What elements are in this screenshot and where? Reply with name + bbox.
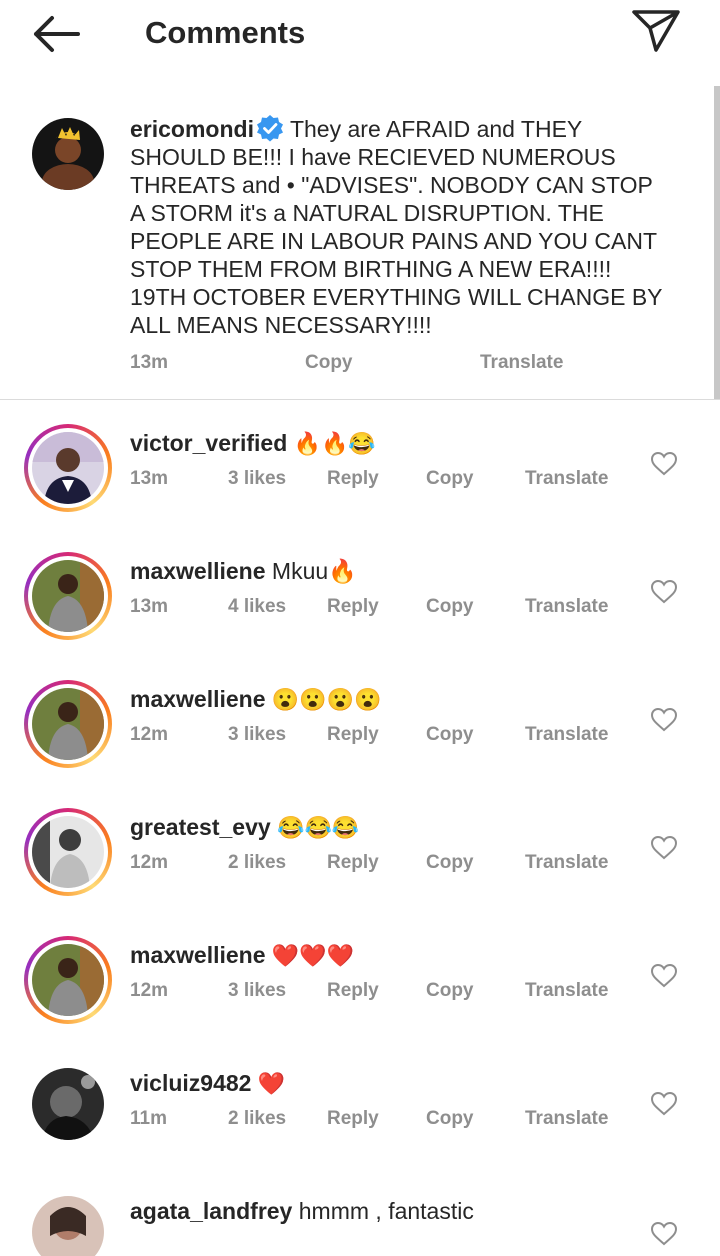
caption-time: 13m xyxy=(130,352,169,373)
avatar[interactable] xyxy=(24,680,112,768)
comment-text: maxwelliene Mkuu🔥 xyxy=(130,556,357,586)
translate-button[interactable]: Translate xyxy=(525,852,608,874)
comment-message: ❤️ xyxy=(257,1071,286,1096)
comment-likes[interactable]: 3 likes xyxy=(228,724,286,746)
caption-body: ericomondi They are AFRAID and THEY SHOU… xyxy=(130,114,670,339)
arrow-left-icon xyxy=(34,16,80,52)
comment-time: 12m xyxy=(130,852,169,873)
reply-button[interactable]: Reply xyxy=(327,852,379,874)
copy-button[interactable]: Copy xyxy=(426,852,474,874)
avatar[interactable] xyxy=(24,424,112,512)
reply-button[interactable]: Reply xyxy=(327,1108,379,1130)
translate-button[interactable]: Translate xyxy=(525,596,608,618)
reply-button[interactable]: Reply xyxy=(327,724,379,746)
share-button[interactable] xyxy=(630,6,682,54)
comment-message: 😂😂😂 xyxy=(277,815,360,840)
heart-outline-icon[interactable] xyxy=(651,836,677,860)
heart-outline-icon[interactable] xyxy=(651,1092,677,1116)
comment-text: agata_landfrey hmmm , fantastic xyxy=(130,1196,474,1226)
comment-text: maxwelliene ❤️❤️❤️ xyxy=(130,940,354,971)
comment-message: hmmm , fantastic xyxy=(298,1198,474,1224)
translate-button[interactable]: Translate xyxy=(525,468,608,490)
copy-button[interactable]: Copy xyxy=(426,596,474,618)
post-caption: ericomondi They are AFRAID and THEY SHOU… xyxy=(0,100,720,398)
caption-translate-button[interactable]: Translate xyxy=(480,352,563,374)
translate-button[interactable]: Translate xyxy=(525,1108,608,1130)
comment-username[interactable]: maxwelliene xyxy=(130,686,266,712)
comment-username[interactable]: victor_verified xyxy=(130,430,287,456)
comment-text: maxwelliene 😮😮😮😮 xyxy=(130,684,382,715)
comment-item: maxwelliene Mkuu🔥 13m 4 likes Reply Copy… xyxy=(0,552,720,680)
comment-likes[interactable]: 4 likes xyxy=(228,596,286,618)
comment-time: 12m xyxy=(130,724,169,745)
heart-outline-icon[interactable] xyxy=(651,1222,677,1246)
comment-likes[interactable]: 3 likes xyxy=(228,468,286,490)
reply-button[interactable]: Reply xyxy=(327,468,379,490)
comment-message: 🔥🔥😂 xyxy=(293,431,376,456)
avatar[interactable] xyxy=(24,552,112,640)
heart-outline-icon[interactable] xyxy=(651,452,677,476)
comment-time: 13m xyxy=(130,468,169,489)
caption-text: They are AFRAID and THEY SHOULD BE!!! I … xyxy=(130,116,663,338)
avatar[interactable] xyxy=(32,1068,104,1140)
copy-button[interactable]: Copy xyxy=(426,724,474,746)
avatar[interactable] xyxy=(32,118,104,190)
comment-likes[interactable]: 3 likes xyxy=(228,980,286,1002)
divider xyxy=(0,399,720,400)
verified-badge-icon xyxy=(256,114,284,142)
paper-plane-icon xyxy=(632,10,680,52)
comment-item: victor_verified 🔥🔥😂 13m 3 likes Reply Co… xyxy=(0,424,720,552)
page-title: Comments xyxy=(145,15,306,50)
comment-item: maxwelliene 😮😮😮😮 12m 3 likes Reply Copy … xyxy=(0,680,720,808)
copy-button[interactable]: Copy xyxy=(426,1108,474,1130)
avatar[interactable] xyxy=(32,1196,104,1256)
comment-time: 13m xyxy=(130,596,169,617)
comment-item: vicluiz9482 ❤️ 11m 2 likes Reply Copy Tr… xyxy=(0,1064,720,1192)
heart-outline-icon[interactable] xyxy=(651,708,677,732)
heart-outline-icon[interactable] xyxy=(651,964,677,988)
caption-username[interactable]: ericomondi xyxy=(130,116,254,142)
comment-likes[interactable]: 2 likes xyxy=(228,1108,286,1130)
comment-message: Mkuu🔥 xyxy=(271,558,357,584)
copy-button[interactable]: Copy xyxy=(426,468,474,490)
comment-message: ❤️❤️❤️ xyxy=(271,943,355,968)
comment-username[interactable]: maxwelliene xyxy=(130,942,266,968)
reply-button[interactable]: Reply xyxy=(327,596,379,618)
avatar[interactable] xyxy=(24,936,112,1024)
comment-item: agata_landfrey hmmm , fantastic xyxy=(0,1192,720,1256)
copy-button[interactable]: Copy xyxy=(426,980,474,1002)
comment-time: 11m xyxy=(130,1108,167,1129)
avatar[interactable] xyxy=(24,808,112,896)
comment-username[interactable]: vicluiz9482 xyxy=(130,1070,251,1096)
comment-text: victor_verified 🔥🔥😂 xyxy=(130,428,376,459)
heart-outline-icon[interactable] xyxy=(651,580,677,604)
back-button[interactable] xyxy=(28,12,84,56)
caption-copy-button[interactable]: Copy xyxy=(305,352,353,374)
comment-username[interactable]: maxwelliene xyxy=(130,558,266,584)
reply-button[interactable]: Reply xyxy=(327,980,379,1002)
comment-text: greatest_evy 😂😂😂 xyxy=(130,812,359,843)
translate-button[interactable]: Translate xyxy=(525,724,608,746)
top-bar: Comments xyxy=(0,0,720,68)
translate-button[interactable]: Translate xyxy=(525,980,608,1002)
comment-likes[interactable]: 2 likes xyxy=(228,852,286,874)
comment-item: maxwelliene ❤️❤️❤️ 12m 3 likes Reply Cop… xyxy=(0,936,720,1064)
comment-item: greatest_evy 😂😂😂 12m 2 likes Reply Copy … xyxy=(0,808,720,936)
comment-username[interactable]: agata_landfrey xyxy=(130,1198,292,1224)
comment-username[interactable]: greatest_evy xyxy=(130,814,271,840)
comment-message: 😮😮😮😮 xyxy=(271,687,382,712)
comment-text: vicluiz9482 ❤️ xyxy=(130,1068,285,1099)
comment-time: 12m xyxy=(130,980,169,1001)
